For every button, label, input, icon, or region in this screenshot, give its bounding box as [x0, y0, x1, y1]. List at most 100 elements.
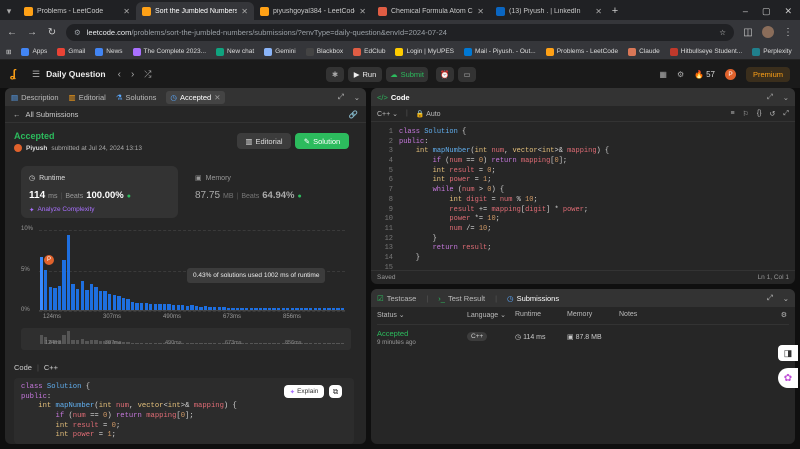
close-tab-icon[interactable]: ✕ — [477, 7, 484, 16]
submitter-name[interactable]: Piyush — [26, 145, 47, 152]
copy-icon[interactable]: ⧉ — [329, 385, 342, 398]
editor-code-line[interactable]: power *= 10; — [399, 215, 609, 225]
share-link-icon[interactable]: 🔗 — [349, 110, 358, 119]
histogram-bar[interactable] — [94, 287, 98, 310]
histogram-bar[interactable] — [272, 307, 276, 310]
layout-icon[interactable]: ▦ — [659, 70, 667, 79]
bookmark-star-icon[interactable]: ☆ — [719, 28, 726, 37]
browser-tab[interactable]: piyushgoyal384 - LeetCode Pro✕ — [254, 2, 372, 20]
histogram-bar[interactable] — [304, 307, 308, 310]
histogram-bar[interactable] — [190, 305, 194, 310]
histogram-bar[interactable] — [299, 307, 304, 310]
histogram-bar[interactable] — [149, 303, 153, 310]
histogram-bar[interactable] — [89, 284, 94, 310]
histogram-bar[interactable] — [336, 307, 340, 310]
histogram-bar[interactable] — [153, 303, 158, 310]
histogram-bar[interactable] — [71, 284, 75, 310]
histogram-bar[interactable] — [48, 286, 52, 310]
bookmark-icon[interactable]: ⚐ — [743, 110, 749, 118]
histogram-bar[interactable] — [194, 305, 199, 310]
fullscreen-icon[interactable]: ⤢ — [783, 110, 789, 118]
language-select[interactable]: C++ ⌄ — [377, 110, 398, 118]
histogram-bar[interactable] — [331, 307, 336, 310]
reload-icon[interactable]: ↻ — [46, 27, 58, 38]
back-icon[interactable]: ← — [6, 27, 18, 38]
histogram-bar[interactable] — [108, 293, 112, 310]
forward-icon[interactable]: → — [26, 27, 38, 38]
histogram-bar[interactable] — [199, 306, 203, 310]
reset-icon[interactable]: ↺ — [770, 110, 776, 118]
histogram-bar[interactable] — [139, 302, 144, 310]
tab-submissions[interactable]: ◷ Submissions — [507, 294, 559, 303]
histogram-bar[interactable] — [281, 307, 285, 310]
histogram-bar[interactable] — [245, 307, 249, 310]
histogram-bar[interactable] — [217, 306, 221, 310]
bookmark-item[interactable]: Claude — [628, 47, 660, 56]
run-button[interactable]: ▶ Run — [348, 67, 382, 82]
editor-code-line[interactable]: int power = 1; — [399, 176, 609, 186]
histogram-bar[interactable] — [181, 305, 185, 310]
histogram-bar[interactable] — [267, 307, 272, 310]
bookmark-item[interactable]: Login | MyUPES — [395, 47, 454, 56]
bookmark-item[interactable]: Blackbox — [305, 47, 343, 56]
shuffle-icon[interactable]: ⤮ — [144, 69, 151, 80]
close-tab-icon[interactable]: ✕ — [214, 93, 220, 102]
bottom-collapse-icon[interactable]: ⌄ — [783, 294, 789, 303]
close-tab-icon[interactable]: ✕ — [595, 7, 602, 16]
close-window-icon[interactable]: ✕ — [784, 6, 792, 17]
tab-testcase[interactable]: ☑ Testcase — [377, 294, 416, 303]
histogram-bar[interactable] — [249, 307, 253, 310]
settings-gear-icon[interactable]: ⚙ — [677, 70, 684, 79]
histogram-bar[interactable] — [240, 307, 244, 310]
auto-mode[interactable]: 🔒 Auto — [416, 110, 441, 118]
site-info-icon[interactable]: ⚙ — [74, 28, 81, 37]
histogram-bar[interactable] — [80, 280, 84, 310]
histogram-bar[interactable] — [222, 306, 226, 310]
histogram-bar[interactable] — [327, 307, 331, 310]
bookmark-item[interactable]: The Complete 2023... — [132, 47, 206, 56]
editor-collapse-icon[interactable]: ⌄ — [783, 93, 789, 102]
user-avatar[interactable]: P — [724, 69, 736, 80]
maximize-icon[interactable]: ▢ — [762, 6, 771, 17]
close-tab-icon[interactable]: ✕ — [123, 7, 130, 16]
leetcode-logo-icon[interactable]: ʆ — [10, 68, 22, 80]
bookmark-item[interactable]: New chat — [216, 47, 254, 56]
editor-code-line[interactable]: if (num == 0) return mapping[0]; — [399, 157, 609, 167]
editor-code-line[interactable]: int digit = num % 10; — [399, 196, 609, 206]
next-problem-icon[interactable]: › — [131, 69, 134, 80]
tab-editorial[interactable]: ▥ Editorial — [69, 93, 106, 102]
histogram-bar[interactable] — [44, 269, 48, 310]
bookmark-item[interactable]: Gemini — [264, 47, 296, 56]
editor-code-line[interactable]: class Solution { — [399, 128, 609, 138]
alarm-icon[interactable]: ⏰ — [436, 67, 454, 82]
histogram-bar[interactable] — [176, 305, 180, 310]
histogram-bar[interactable] — [39, 257, 43, 310]
daily-question-title[interactable]: Daily Question — [46, 69, 106, 79]
histogram-bar[interactable] — [126, 299, 130, 310]
bookmark-item[interactable]: Apps — [21, 47, 47, 56]
histogram-bar[interactable] — [117, 296, 121, 310]
browser-tab[interactable]: Problems - LeetCode ✕ — [18, 2, 136, 20]
histogram-bar[interactable] — [340, 307, 345, 310]
bookmarks-arrow-icon[interactable]: ⊞ — [6, 48, 11, 56]
editor-code-line[interactable]: } — [399, 235, 609, 245]
address-bar[interactable]: ⚙ leetcode.com/problems/sort-the-jumbled… — [66, 23, 734, 41]
bookmark-item[interactable]: Hitbullseye Student... — [669, 47, 742, 56]
col-status[interactable]: Status ⌄ — [377, 311, 405, 319]
histogram-bar[interactable] — [158, 303, 162, 310]
profile-avatar[interactable] — [762, 26, 774, 38]
histogram-bar[interactable] — [135, 302, 139, 310]
histogram-bar[interactable] — [295, 307, 299, 310]
tab-description[interactable]: ▤ Description — [11, 93, 59, 102]
editor-expand-icon[interactable]: ⤢ — [767, 92, 773, 102]
histogram-bar[interactable] — [235, 307, 240, 310]
debug-icon[interactable]: ✱ — [326, 67, 344, 82]
histogram-bar[interactable] — [57, 285, 62, 310]
expand-icon[interactable]: ⤢ — [338, 92, 344, 102]
format-icon[interactable]: ≡ — [730, 110, 734, 117]
streak-counter[interactable]: 🔥 57 — [694, 70, 715, 79]
histogram-bar[interactable] — [308, 307, 313, 310]
histogram-bar[interactable] — [313, 307, 317, 310]
new-tab-button[interactable]: + — [608, 2, 622, 20]
editor-code-line[interactable]: int result = 0; — [399, 167, 609, 177]
